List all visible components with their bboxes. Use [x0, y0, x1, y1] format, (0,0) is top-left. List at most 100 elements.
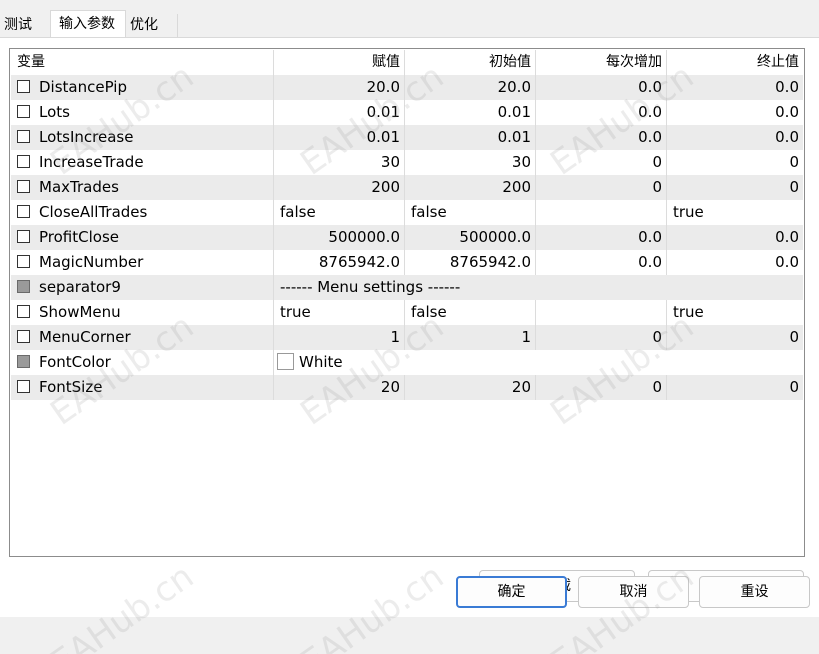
optimize-checkbox[interactable] — [17, 154, 30, 168]
start-cell[interactable]: 20.0 — [405, 75, 536, 100]
stop-cell[interactable]: 0.0 — [667, 100, 803, 125]
parameter-name-cell[interactable]: separator9 — [11, 275, 274, 300]
parameter-name: CloseAllTrades — [39, 203, 148, 221]
optimize-checkbox[interactable] — [17, 279, 30, 293]
column-header-value[interactable]: 赋值 — [274, 50, 405, 75]
parameter-row[interactable]: LotsIncrease 0.01 0.01 0.0 0.0 — [11, 125, 803, 150]
parameter-row[interactable]: MenuCorner 1 1 0 0 — [11, 325, 803, 350]
color-value-cell[interactable]: White — [274, 350, 803, 375]
optimize-checkbox[interactable] — [17, 329, 30, 343]
value-cell[interactable]: 0.01 — [274, 125, 405, 150]
stop-cell[interactable]: true — [667, 300, 803, 325]
parameter-row[interactable]: DistancePip 20.0 20.0 0.0 0.0 — [11, 75, 803, 100]
start-cell[interactable]: 0.01 — [405, 125, 536, 150]
value-cell[interactable]: true — [274, 300, 405, 325]
value-cell[interactable]: 1 — [274, 325, 405, 350]
step-cell[interactable] — [536, 200, 667, 225]
parameter-name: FontSize — [39, 378, 103, 396]
stop-cell[interactable]: 0.0 — [667, 125, 803, 150]
optimize-checkbox[interactable] — [17, 179, 30, 193]
tab-inputs[interactable]: 输入参数 — [50, 10, 126, 38]
optimize-checkbox[interactable] — [17, 79, 30, 93]
column-header-start[interactable]: 初始值 — [405, 50, 536, 75]
value-cell[interactable]: false — [274, 200, 405, 225]
stop-cell[interactable]: 0.0 — [667, 225, 803, 250]
parameter-name-cell[interactable]: ProfitClose — [11, 225, 274, 250]
parameter-name-cell[interactable]: MenuCorner — [11, 325, 274, 350]
parameter-name-cell[interactable]: FontColor — [11, 350, 274, 375]
value-cell[interactable]: 8765942.0 — [274, 250, 405, 275]
stop-cell[interactable]: 0 — [667, 325, 803, 350]
parameter-name-cell[interactable]: MagicNumber — [11, 250, 274, 275]
value-cell[interactable]: 200 — [274, 175, 405, 200]
step-cell[interactable]: 0.0 — [536, 250, 667, 275]
optimize-checkbox[interactable] — [17, 354, 30, 368]
ok-button[interactable]: 确定 — [456, 576, 567, 608]
value-cell[interactable]: 30 — [274, 150, 405, 175]
parameter-name-cell[interactable]: FontSize — [11, 375, 274, 400]
start-cell[interactable]: 30 — [405, 150, 536, 175]
start-cell[interactable]: false — [405, 200, 536, 225]
stop-cell[interactable]: 0 — [667, 175, 803, 200]
column-header-variable[interactable]: 变量 — [11, 50, 274, 75]
optimize-checkbox[interactable] — [17, 254, 30, 268]
parameter-name-cell[interactable]: ShowMenu — [11, 300, 274, 325]
optimize-checkbox[interactable] — [17, 304, 30, 318]
reset-button[interactable]: 重设 — [699, 576, 810, 608]
optimize-checkbox[interactable] — [17, 229, 30, 243]
value-cell[interactable]: 20 — [274, 375, 405, 400]
column-header-step[interactable]: 每次增加 — [536, 50, 667, 75]
start-cell[interactable]: 500000.0 — [405, 225, 536, 250]
parameter-row[interactable]: separator9 ------ Menu settings ------ — [11, 275, 803, 300]
parameter-row[interactable]: MagicNumber 8765942.0 8765942.0 0.0 0.0 — [11, 250, 803, 275]
optimize-checkbox[interactable] — [17, 104, 30, 118]
start-cell[interactable]: 0.01 — [405, 100, 536, 125]
color-swatch[interactable] — [277, 352, 294, 370]
step-cell[interactable]: 0.0 — [536, 225, 667, 250]
stop-cell[interactable]: 0 — [667, 375, 803, 400]
start-cell[interactable]: 1 — [405, 325, 536, 350]
step-cell[interactable]: 0.0 — [536, 75, 667, 100]
start-cell[interactable]: 8765942.0 — [405, 250, 536, 275]
step-cell[interactable] — [536, 300, 667, 325]
step-cell[interactable]: 0 — [536, 325, 667, 350]
value-cell[interactable]: 20.0 — [274, 75, 405, 100]
parameter-row[interactable]: FontColor White — [11, 350, 803, 375]
column-header-stop[interactable]: 终止值 — [667, 50, 803, 75]
step-cell[interactable]: 0 — [536, 150, 667, 175]
stop-cell[interactable]: 0.0 — [667, 75, 803, 100]
optimize-checkbox[interactable] — [17, 204, 30, 218]
step-cell[interactable]: 0 — [536, 175, 667, 200]
tab-optimization[interactable]: 优化 — [126, 14, 178, 38]
parameter-name-cell[interactable]: DistancePip — [11, 75, 274, 100]
stop-cell[interactable]: 0.0 — [667, 250, 803, 275]
parameter-name: DistancePip — [39, 78, 127, 96]
parameter-row[interactable]: ProfitClose 500000.0 500000.0 0.0 0.0 — [11, 225, 803, 250]
parameter-row[interactable]: FontSize 20 20 0 0 — [11, 375, 803, 400]
parameter-row[interactable]: ShowMenu true false true — [11, 300, 803, 325]
step-cell[interactable]: 0.0 — [536, 125, 667, 150]
parameter-row[interactable]: Lots 0.01 0.01 0.0 0.0 — [11, 100, 803, 125]
parameter-name-cell[interactable]: CloseAllTrades — [11, 200, 274, 225]
cancel-button[interactable]: 取消 — [578, 576, 689, 608]
parameter-name-cell[interactable]: IncreaseTrade — [11, 150, 274, 175]
optimize-checkbox[interactable] — [17, 379, 30, 393]
optimize-checkbox[interactable] — [17, 129, 30, 143]
parameter-name-cell[interactable]: Lots — [11, 100, 274, 125]
start-cell[interactable]: false — [405, 300, 536, 325]
stop-cell[interactable]: true — [667, 200, 803, 225]
start-cell[interactable]: 20 — [405, 375, 536, 400]
step-cell[interactable]: 0 — [536, 375, 667, 400]
value-cell[interactable]: 0.01 — [274, 100, 405, 125]
parameter-name-cell[interactable]: MaxTrades — [11, 175, 274, 200]
grid-header: 变量 赋值 初始值 每次增加 终止值 — [11, 50, 803, 75]
start-cell[interactable]: 200 — [405, 175, 536, 200]
value-cell[interactable]: 500000.0 — [274, 225, 405, 250]
parameter-row[interactable]: MaxTrades 200 200 0 0 — [11, 175, 803, 200]
parameter-row[interactable]: IncreaseTrade 30 30 0 0 — [11, 150, 803, 175]
stop-cell[interactable]: 0 — [667, 150, 803, 175]
tab-test[interactable]: 测试 — [0, 14, 50, 38]
step-cell[interactable]: 0.0 — [536, 100, 667, 125]
parameter-name-cell[interactable]: LotsIncrease — [11, 125, 274, 150]
parameter-row[interactable]: CloseAllTrades false false true — [11, 200, 803, 225]
